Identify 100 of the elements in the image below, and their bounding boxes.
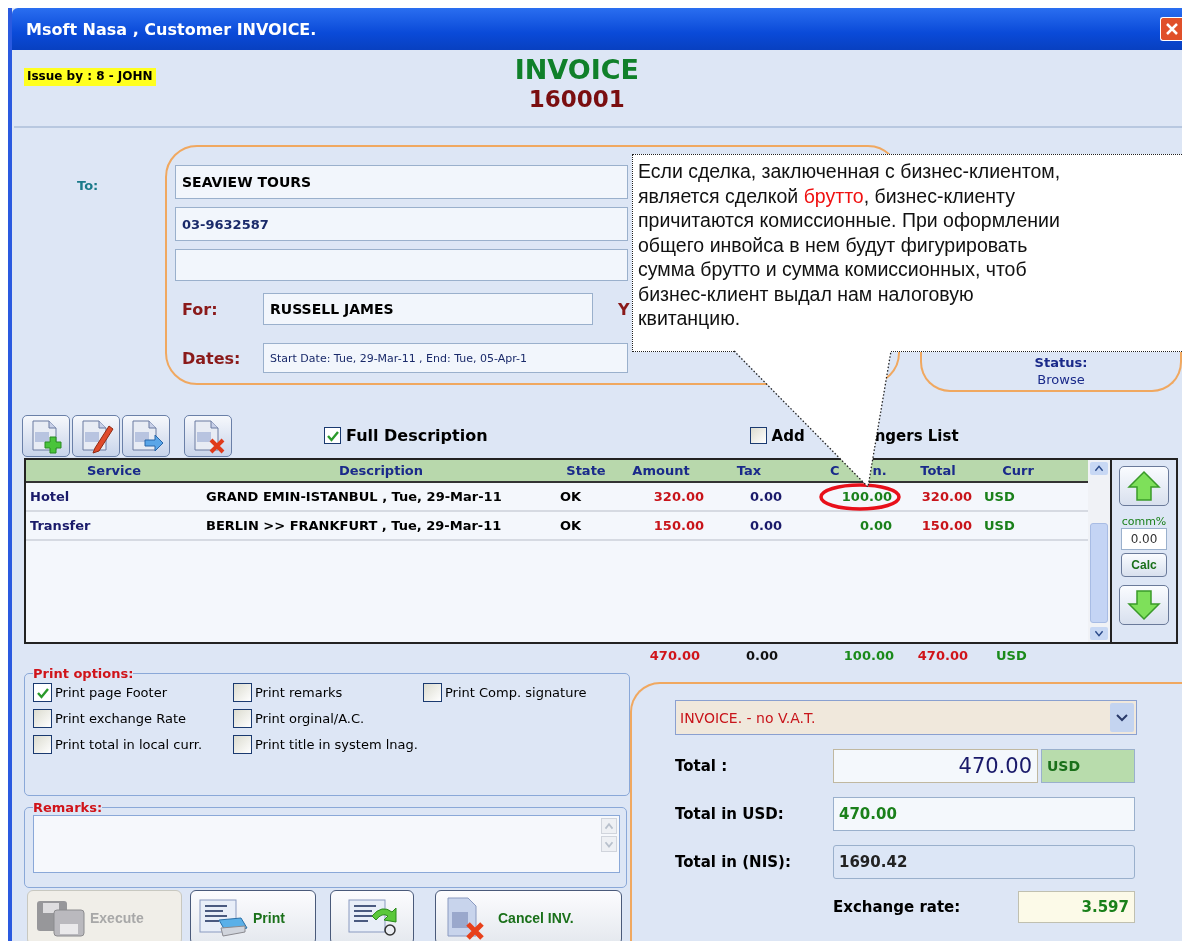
add-button[interactable] [22, 414, 70, 457]
column-header: n. [872, 463, 887, 478]
checkbox-label: Print page Footer [55, 685, 167, 700]
checkbox[interactable] [233, 735, 252, 754]
move-down-button[interactable] [1119, 585, 1169, 625]
exchange-rate-label: Exchange rate: [833, 898, 962, 916]
checkbox[interactable] [33, 709, 52, 728]
column-header: State [566, 463, 606, 478]
scroll-thumb[interactable] [1090, 523, 1108, 623]
checkbox[interactable] [233, 683, 252, 702]
table-cell-text: BERLIN >> FRANKFURT , Tue, 29-Mar-11 [205, 518, 503, 533]
checkbox-label: Add [771, 426, 805, 445]
status-value: Browse [1037, 372, 1085, 387]
window-title: Msoft Nasa , Customer INVOICE. [26, 19, 317, 39]
checkbox-label: Print exchange Rate [55, 711, 187, 726]
total-local-field[interactable]: 1690.42 [833, 845, 1135, 879]
column-header: Amount [632, 463, 690, 478]
checkbox-label: Print remarks [255, 685, 343, 700]
total-usd-field[interactable]: 470.00 [833, 797, 1135, 831]
scroll-down-icon [601, 836, 617, 852]
scroll-up-icon [601, 818, 617, 834]
invoice-number: 160001 [527, 85, 626, 113]
total-label: Total : [675, 757, 729, 775]
checkbox[interactable] [233, 709, 252, 728]
issued-by-label: Issue by : 8 - JOHN [24, 68, 156, 86]
comm-field[interactable]: 0.00 [1121, 528, 1167, 550]
checkbox-label: Full Description [346, 426, 488, 445]
total-local-label: Total in (NIS): [675, 853, 792, 871]
scroll-down-icon [1090, 627, 1108, 640]
cancel-invoice-button[interactable]: Cancel INV. [435, 890, 622, 941]
remarks-field[interactable] [33, 815, 620, 873]
checkbox[interactable] [33, 735, 52, 754]
down-arrow-icon [1127, 588, 1161, 622]
close-button[interactable] [1160, 17, 1182, 41]
comm-label: comm% [1121, 515, 1167, 528]
field-label: Y [617, 299, 630, 319]
delete-button[interactable] [184, 414, 232, 457]
column-header: Tax [736, 463, 762, 478]
checkbox-label: Print orginal/A.C. [255, 711, 365, 726]
total-value: USD [995, 648, 1028, 665]
table-cell-text: OK [560, 489, 583, 504]
calc-button[interactable]: Calc [1121, 553, 1167, 577]
column-header: Total [920, 463, 956, 478]
table-cell-text: OK [560, 518, 583, 533]
column-header: Service [86, 463, 141, 478]
callout-text: Если сделка, заключенная с бизнес-клиентом, является сделкой брутто, бизнес-клиенту причитаются комиссионные. При оформлении общего инвойса в нем будут фигурировать сумма брутто и сумма комиссионных, чтоб бизнес-клиент выдал нам налоговую квитанцию. [638, 159, 1062, 331]
dates-label: Dates: [181, 348, 242, 368]
customer-name-field[interactable]: SEAVIEW TOURS [175, 165, 628, 199]
exchange-rate-field[interactable]: 3.597 [1018, 891, 1135, 923]
total-field[interactable]: 470.00 [833, 749, 1038, 783]
total-value: 470.00 [916, 648, 969, 665]
edit-button[interactable] [72, 414, 120, 457]
checkbox[interactable] [324, 427, 341, 444]
table-cell-text: Transfer [29, 518, 92, 533]
copy-button[interactable] [122, 414, 170, 457]
checkbox-label: ngers List [874, 426, 959, 445]
address-field[interactable] [175, 249, 628, 281]
document-type: INVOICE [514, 55, 639, 85]
table-cell: 100.00 [788, 489, 898, 504]
table-cell-text: GRAND EMIN-ISTANBUL , Tue, 29-Mar-11 [205, 489, 503, 504]
group-title: Print options: [33, 666, 134, 681]
table-cell-text: 320.00 [652, 489, 705, 504]
column-header: Curr [1002, 463, 1034, 478]
checkbox[interactable] [423, 683, 442, 702]
phone-field[interactable]: 03-9632587 [175, 207, 628, 241]
checkbox-label: Print total in local curr. [55, 737, 203, 752]
checkbox[interactable] [749, 427, 767, 444]
to-label: To: [77, 178, 99, 193]
total-value: 0.00 [744, 648, 779, 665]
status-label: Status: [1034, 355, 1088, 370]
total-value: 470.00 [648, 648, 701, 665]
passenger-field[interactable]: RUSSELL JAMES [263, 293, 593, 325]
currency-field[interactable]: USD [1041, 749, 1135, 783]
table-cell-text: USD [983, 489, 1016, 504]
checkbox-label: Print title in system lnag. [255, 737, 418, 752]
total-usd-label: Total in USD: [675, 805, 785, 823]
total-value: 100.00 [842, 648, 895, 665]
table-cell-text: 150.00 [652, 518, 705, 533]
checkbox[interactable] [33, 683, 52, 702]
table-cell-text: 0.00 [748, 489, 783, 504]
move-up-button[interactable] [1119, 466, 1169, 506]
table-cell-text: 150.00 [920, 518, 973, 533]
close-icon [1164, 22, 1179, 36]
column-header: C [830, 463, 840, 478]
table-cell-text: USD [983, 518, 1016, 533]
table-cell-text: 0.00 [748, 518, 783, 533]
checkbox-label: Print Comp. signature [445, 685, 587, 700]
up-arrow-icon [1127, 469, 1161, 503]
print-button[interactable]: Print [190, 890, 316, 941]
table-cell-text: Hotel [29, 489, 71, 504]
for-label: For: [181, 299, 219, 319]
send-button[interactable] [330, 890, 414, 941]
table-cell-text: 0.00 [858, 518, 893, 533]
column-header: Description [338, 463, 424, 478]
document-kind-dropdown[interactable]: INVOICE. - no V.A.T. [675, 700, 1137, 735]
scroll-up-icon [1090, 462, 1108, 475]
chevron-down-icon [1115, 712, 1129, 723]
dates-field[interactable]: Start Date: Tue, 29-Mar-11 , End: Tue, 05-Apr-1 [263, 343, 628, 373]
group-title: Remarks: [33, 800, 103, 815]
scrollbar[interactable] [1088, 458, 1110, 644]
